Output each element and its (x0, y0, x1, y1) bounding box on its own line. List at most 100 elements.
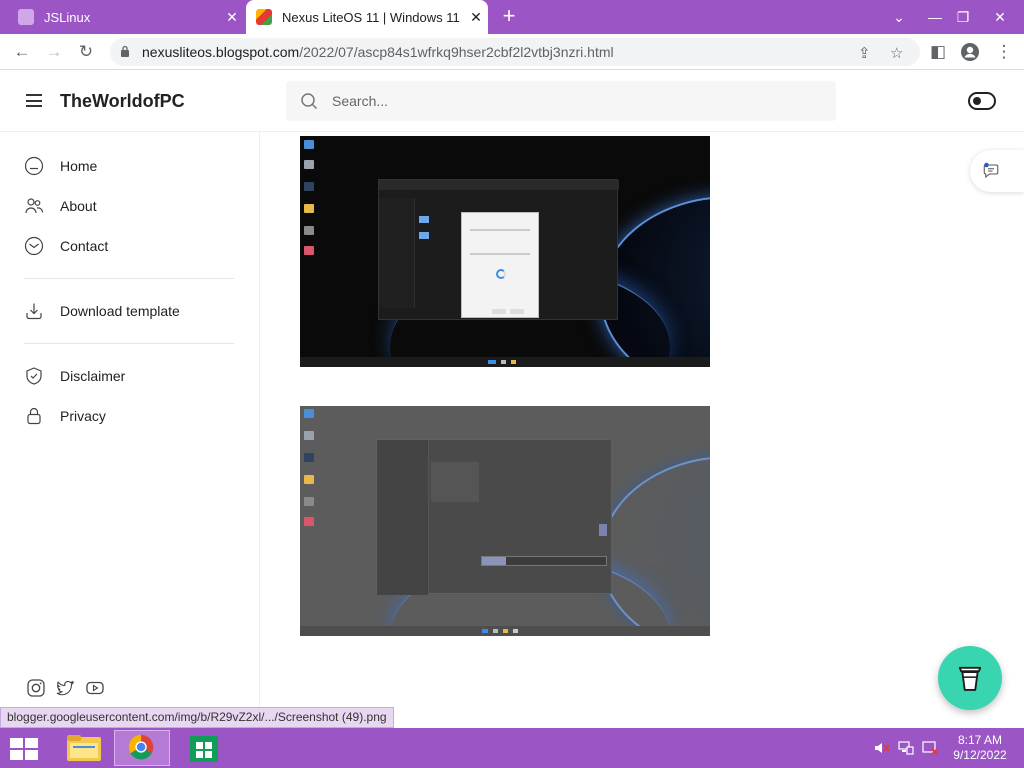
action-center-icon[interactable] (922, 741, 938, 755)
lock-icon (27, 407, 41, 425)
chat-bubble-icon (983, 162, 999, 179)
new-tab-button[interactable]: + (496, 4, 522, 30)
sidebar-item-home[interactable]: Home (24, 154, 97, 178)
menu-kebab-icon[interactable]: ⋮ (990, 38, 1018, 66)
url-host: nexusliteos.blogspot.com (142, 44, 300, 60)
window-titlebar (379, 180, 619, 190)
download-icon (26, 303, 42, 320)
taskbar-file-explorer[interactable] (56, 730, 112, 766)
screenshot-file-explorer[interactable] (300, 136, 710, 367)
bookmark-star-icon[interactable]: ☆ (890, 44, 903, 62)
chrome-icon (128, 734, 154, 760)
dialog-line (470, 253, 530, 255)
twitter-icon[interactable] (55, 678, 75, 698)
site-search[interactable] (286, 81, 836, 121)
close-tab-icon[interactable]: ✕ (464, 9, 488, 26)
sidebar-item-about[interactable]: About (24, 194, 97, 218)
buy-me-coffee-button[interactable] (938, 646, 1002, 710)
sidebar-item-download-template[interactable]: Download template (24, 299, 180, 323)
memory-composition-bar (481, 556, 607, 566)
desktop-icon (304, 182, 314, 191)
screenshot-settings-memory[interactable] (300, 406, 710, 636)
desktop-icon (304, 140, 314, 149)
store-icon (190, 736, 218, 762)
taskbar-store[interactable] (176, 730, 232, 766)
site-title[interactable]: TheWorldofPC (60, 91, 185, 112)
search-input[interactable] (332, 91, 812, 111)
profile-avatar-icon[interactable] (956, 38, 984, 66)
instagram-icon[interactable] (26, 678, 46, 698)
tab-jslinux[interactable]: JSLinux ✕ (8, 0, 244, 34)
sidebar-item-label: Download template (60, 303, 180, 319)
desktop-icon (304, 475, 314, 484)
hamburger-menu-icon[interactable] (26, 94, 42, 107)
desktop-icon (304, 453, 314, 462)
sidebar-item-label: Disclaimer (60, 368, 126, 384)
folder-icon (419, 232, 429, 239)
task-manager-nav (377, 440, 429, 595)
sidebar-item-label: Contact (60, 238, 109, 254)
windows-start-icon[interactable] (10, 738, 38, 760)
taskbar-chrome[interactable] (114, 730, 170, 766)
shield-icon (26, 367, 42, 385)
side-panel-icon[interactable]: ◧ (924, 38, 952, 66)
dark-mode-toggle[interactable] (968, 92, 996, 110)
dialog-button (510, 309, 524, 314)
site-header: TheWorldofPC (0, 70, 1024, 132)
file-explorer-icon (67, 735, 101, 761)
desktop-icon (304, 431, 314, 440)
search-icon (301, 93, 318, 110)
desktop-icon (304, 160, 314, 169)
back-icon[interactable]: ← (8, 38, 36, 66)
mini-taskbar-icons (482, 629, 528, 633)
close-window-button[interactable]: ✕ (980, 0, 1020, 34)
explorer-nav-pane (379, 198, 415, 308)
mail-icon (24, 236, 44, 256)
users-icon (25, 198, 44, 214)
reload-icon[interactable]: ↻ (72, 38, 100, 66)
desktop-icon (304, 517, 314, 526)
clock-date: 9/12/2022 (953, 748, 1007, 762)
notification-float-button[interactable] (970, 150, 1024, 192)
tab-search-icon[interactable]: ⌄ (882, 0, 916, 34)
sidebar-item-contact[interactable]: Contact (24, 234, 108, 258)
home-icon (24, 156, 44, 176)
clock-time: 8:17 AM (957, 733, 1003, 747)
blogger-favicon (256, 9, 272, 25)
dialog-line (470, 229, 530, 231)
sidebar-divider (24, 278, 234, 279)
mini-taskbar-icons (488, 360, 522, 364)
tab-nexus-liteos[interactable]: Nexus LiteOS 11 | Windows 11 Li ✕ (246, 0, 488, 34)
sidebar-item-disclaimer[interactable]: Disclaimer (24, 364, 125, 388)
disk-usage-ring (496, 269, 506, 279)
address-bar[interactable]: nexusliteos.blogspot.com/2022/07/ascp84s… (110, 38, 920, 66)
folder-icon (419, 216, 429, 223)
windows-taskbar: 8:17 AM 9/12/2022 (0, 728, 1024, 768)
youtube-icon[interactable] (85, 678, 105, 698)
performance-list (431, 462, 479, 502)
lock-icon (121, 45, 129, 57)
browser-tab-strip: JSLinux ✕ Nexus LiteOS 11 | Windows 11 L… (0, 0, 1024, 34)
close-tab-icon[interactable]: ✕ (220, 9, 244, 26)
sidebar-item-privacy[interactable]: Privacy (24, 404, 106, 428)
taskbar-clock[interactable]: 8:17 AM 9/12/2022 (950, 733, 1010, 763)
tab-title: Nexus LiteOS 11 | Windows 11 Li (282, 9, 464, 25)
restore-button[interactable]: ❐ (946, 0, 980, 34)
sidebar-divider (24, 343, 234, 344)
sidebar-item-label: Privacy (60, 408, 106, 424)
properties-dialog (461, 212, 539, 318)
dialog-button (492, 309, 506, 314)
desktop-icon (304, 246, 314, 255)
sidebar-item-label: About (60, 198, 97, 214)
desktop-icon (304, 497, 314, 506)
file-explorer-window (378, 179, 619, 320)
desktop-icon (304, 204, 314, 213)
volume-muted-icon[interactable] (874, 741, 890, 755)
network-icon[interactable] (898, 741, 914, 755)
desktop-icon (304, 409, 314, 418)
forward-icon[interactable]: → (40, 38, 68, 66)
share-icon[interactable]: ⇪ (858, 44, 871, 62)
sidebar-item-label: Home (60, 158, 98, 174)
mini-taskbar (300, 626, 710, 636)
tab-title: JSLinux (44, 9, 91, 25)
